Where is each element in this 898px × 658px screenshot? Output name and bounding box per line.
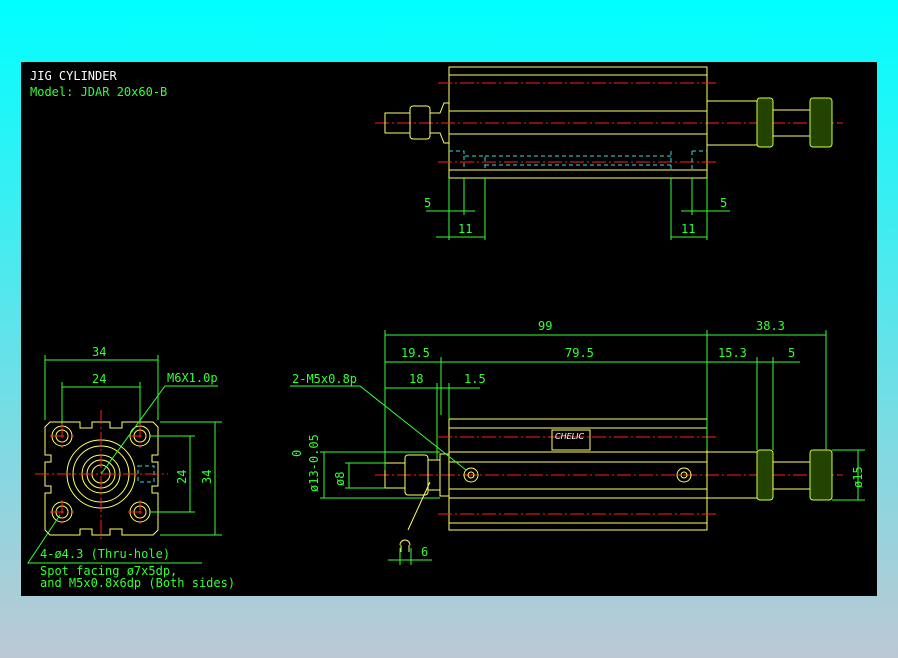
dim-dia15: ø15 <box>851 466 865 488</box>
dim-dia13: ø13-0.05 <box>307 434 321 492</box>
dim-top-right-5: 5 <box>720 196 727 210</box>
hole-note: 4-ø4.3 (Thru-hole) <box>40 547 170 561</box>
dim-18: 18 <box>409 372 423 386</box>
dim-wrench-6: 6 <box>421 545 428 559</box>
drawing-title: JIG CYLINDER <box>30 69 117 83</box>
dim-top-left-5: 5 <box>424 196 431 210</box>
dim-79-5: 79.5 <box>565 346 594 360</box>
dim-end-34-width: 34 <box>92 345 106 359</box>
dim-1-5: 1.5 <box>464 372 486 386</box>
dim-5: 5 <box>788 346 795 360</box>
model-label: Model: JDAR 20x60-B <box>30 85 167 99</box>
dim-dia8: ø8 <box>333 472 347 486</box>
dim-15-3: 15.3 <box>718 346 747 360</box>
dim-19-5: 19.5 <box>401 346 430 360</box>
nameplate-logo: CHELIC <box>555 432 584 441</box>
dim-top-right-11: 11 <box>681 222 695 236</box>
spot-facing-note-2: and M5x0.8x6dp (Both sides) <box>40 576 235 590</box>
cad-drawing: JIG CYLINDER Model: JDAR 20x60-B 5 11 5 … <box>21 62 877 596</box>
dim-dia13-tolerance: 0 <box>290 450 304 457</box>
port-thread-label: 2-M5x0.8p <box>292 372 357 386</box>
port-thread-label: M6X1.0p <box>167 371 218 385</box>
dim-total-length: 99 <box>538 319 552 333</box>
dim-end-34-height: 34 <box>200 470 214 484</box>
dim-stroke: 38.3 <box>756 319 785 333</box>
dim-top-left-11: 11 <box>458 222 472 236</box>
dim-end-24-height: 24 <box>175 470 189 484</box>
dim-end-24-width: 24 <box>92 372 106 386</box>
